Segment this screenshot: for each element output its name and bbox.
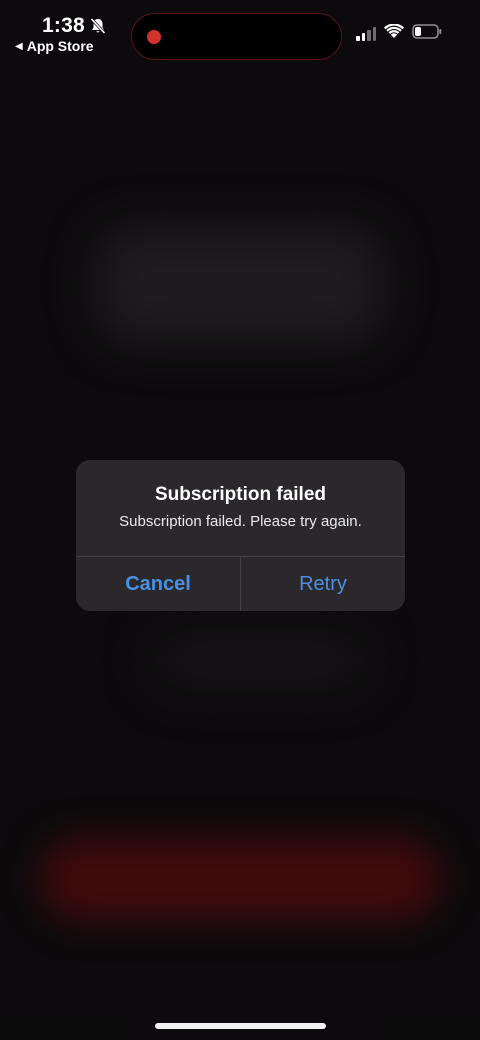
back-link-label: App Store [26,38,94,54]
alert-title: Subscription failed [154,484,327,505]
status-bar: 1:38 ◀ App Store [0,0,480,60]
back-triangle-icon: ◀ [15,40,23,52]
time-group: 1:38 [42,14,107,38]
battery-icon [412,24,442,44]
subscription-failed-alert: Subscription failed Subscription failed.… [76,460,405,611]
wifi-icon [384,23,404,44]
alert-message: Subscription failed. Please try again. [119,513,362,530]
status-time: 1:38 [42,14,85,37]
cancel-button[interactable]: Cancel [76,557,240,611]
bell-slash-icon [89,17,107,35]
status-icons [356,23,442,44]
retry-button[interactable]: Retry [241,557,405,611]
dynamic-island[interactable] [131,13,342,60]
cellular-signal-icon [356,27,376,41]
recording-indicator-icon [147,30,161,44]
home-indicator[interactable] [155,1023,326,1029]
back-to-app-store-link[interactable]: ◀ App Store [15,38,94,54]
app-screen: 1:38 ◀ App Store Subscription failed Sub… [0,0,480,1040]
